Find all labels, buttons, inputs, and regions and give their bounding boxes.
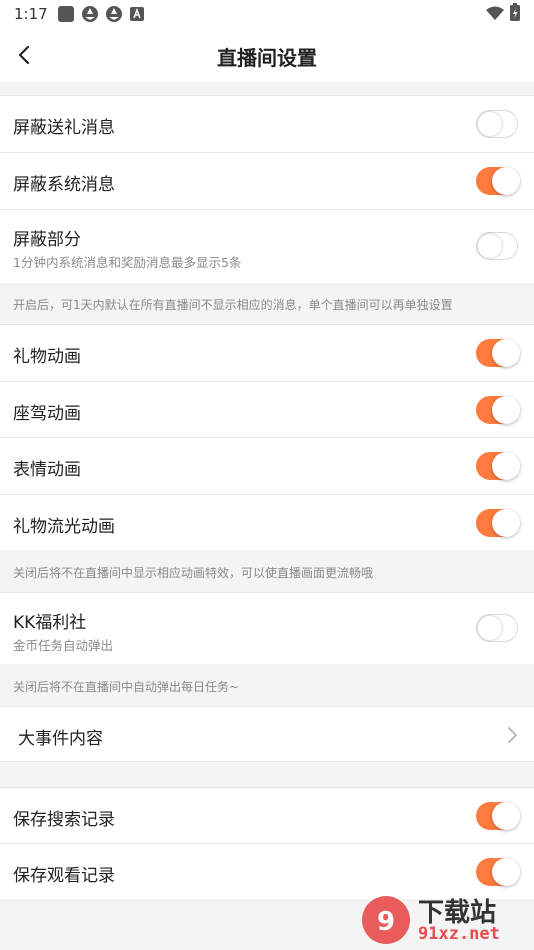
block-system-toggle[interactable] <box>476 167 520 195</box>
setting-sublabel: 1分钟内系统消息和奖励消息最多显示5条 <box>13 255 242 270</box>
setting-label: 保存观看记录 <box>13 866 115 886</box>
block-partial-toggle[interactable] <box>476 232 518 260</box>
save-search-toggle[interactable] <box>476 802 520 830</box>
setting-row-gift-animation[interactable]: 礼物动画 <box>0 324 534 381</box>
animation-note: 关闭后将不在直播间中显示相应动画特效，可以使直播画面更流畅哦 <box>13 566 374 580</box>
gift-animation-toggle[interactable] <box>476 339 520 367</box>
mount-animation-toggle[interactable] <box>476 396 520 424</box>
setting-label: 礼物流光动画 <box>13 517 115 537</box>
setting-label: 大事件内容 <box>18 729 103 749</box>
aperture-icon-2 <box>105 6 122 22</box>
setting-row-emoji-animation[interactable]: 表情动画 <box>0 437 534 494</box>
setting-row-block-partial[interactable]: 屏蔽部分 1分钟内系统消息和奖励消息最多显示5条 <box>0 209 534 283</box>
block-gift-toggle[interactable] <box>476 110 518 138</box>
watermark-logo: 9 下载站 91xz.net <box>360 890 532 950</box>
setting-row-mount-animation[interactable]: 座驾动画 <box>0 381 534 437</box>
gift-shine-animation-toggle[interactable] <box>476 509 520 537</box>
page-title: 直播间设置 <box>217 46 317 70</box>
block-note: 开启后，可1天内默认在所有直播间不显示相应的消息，单个直播间可以再单独设置 <box>13 298 453 312</box>
kk-welfare-toggle[interactable] <box>476 614 518 642</box>
emoji-animation-toggle[interactable] <box>476 452 520 480</box>
setting-label: 屏蔽部分 <box>13 230 81 250</box>
setting-label: 屏蔽系统消息 <box>13 175 115 195</box>
watermark-domain: 91xz.net <box>418 924 500 944</box>
setting-label: 保存搜索记录 <box>13 810 115 830</box>
setting-label: 屏蔽送礼消息 <box>13 118 115 138</box>
app-square-icon <box>57 6 74 22</box>
setting-label: 礼物动画 <box>13 347 81 367</box>
setting-sublabel: 金币任务自动弹出 <box>13 638 114 653</box>
setting-row-big-events[interactable]: 大事件内容 <box>0 706 534 762</box>
header-bar: 直播间设置 <box>0 28 534 82</box>
setting-row-gift-shine-animation[interactable]: 礼物流光动画 <box>0 494 534 550</box>
status-bar: 1:17 <box>0 0 534 28</box>
setting-row-save-search[interactable]: 保存搜索记录 <box>0 787 534 843</box>
setting-label: 座驾动画 <box>13 404 81 424</box>
save-watch-toggle[interactable] <box>476 858 520 886</box>
setting-label: 表情动画 <box>13 460 81 480</box>
chevron-right-icon <box>506 726 518 744</box>
setting-row-block-gift[interactable]: 屏蔽送礼消息 <box>0 95 534 152</box>
status-time: 1:17 <box>14 5 48 23</box>
wifi-icon <box>486 5 504 24</box>
setting-label: KK福利社 <box>13 613 87 633</box>
svg-text:9: 9 <box>377 907 395 937</box>
welfare-note: 关闭后将不在直播间中自动弹出每日任务~ <box>13 680 240 694</box>
setting-row-block-system[interactable]: 屏蔽系统消息 <box>0 152 534 209</box>
aperture-icon <box>81 6 98 22</box>
battery-icon <box>510 3 520 25</box>
font-a-icon <box>129 6 146 22</box>
setting-row-kk-welfare[interactable]: KK福利社 金币任务自动弹出 <box>0 592 534 664</box>
